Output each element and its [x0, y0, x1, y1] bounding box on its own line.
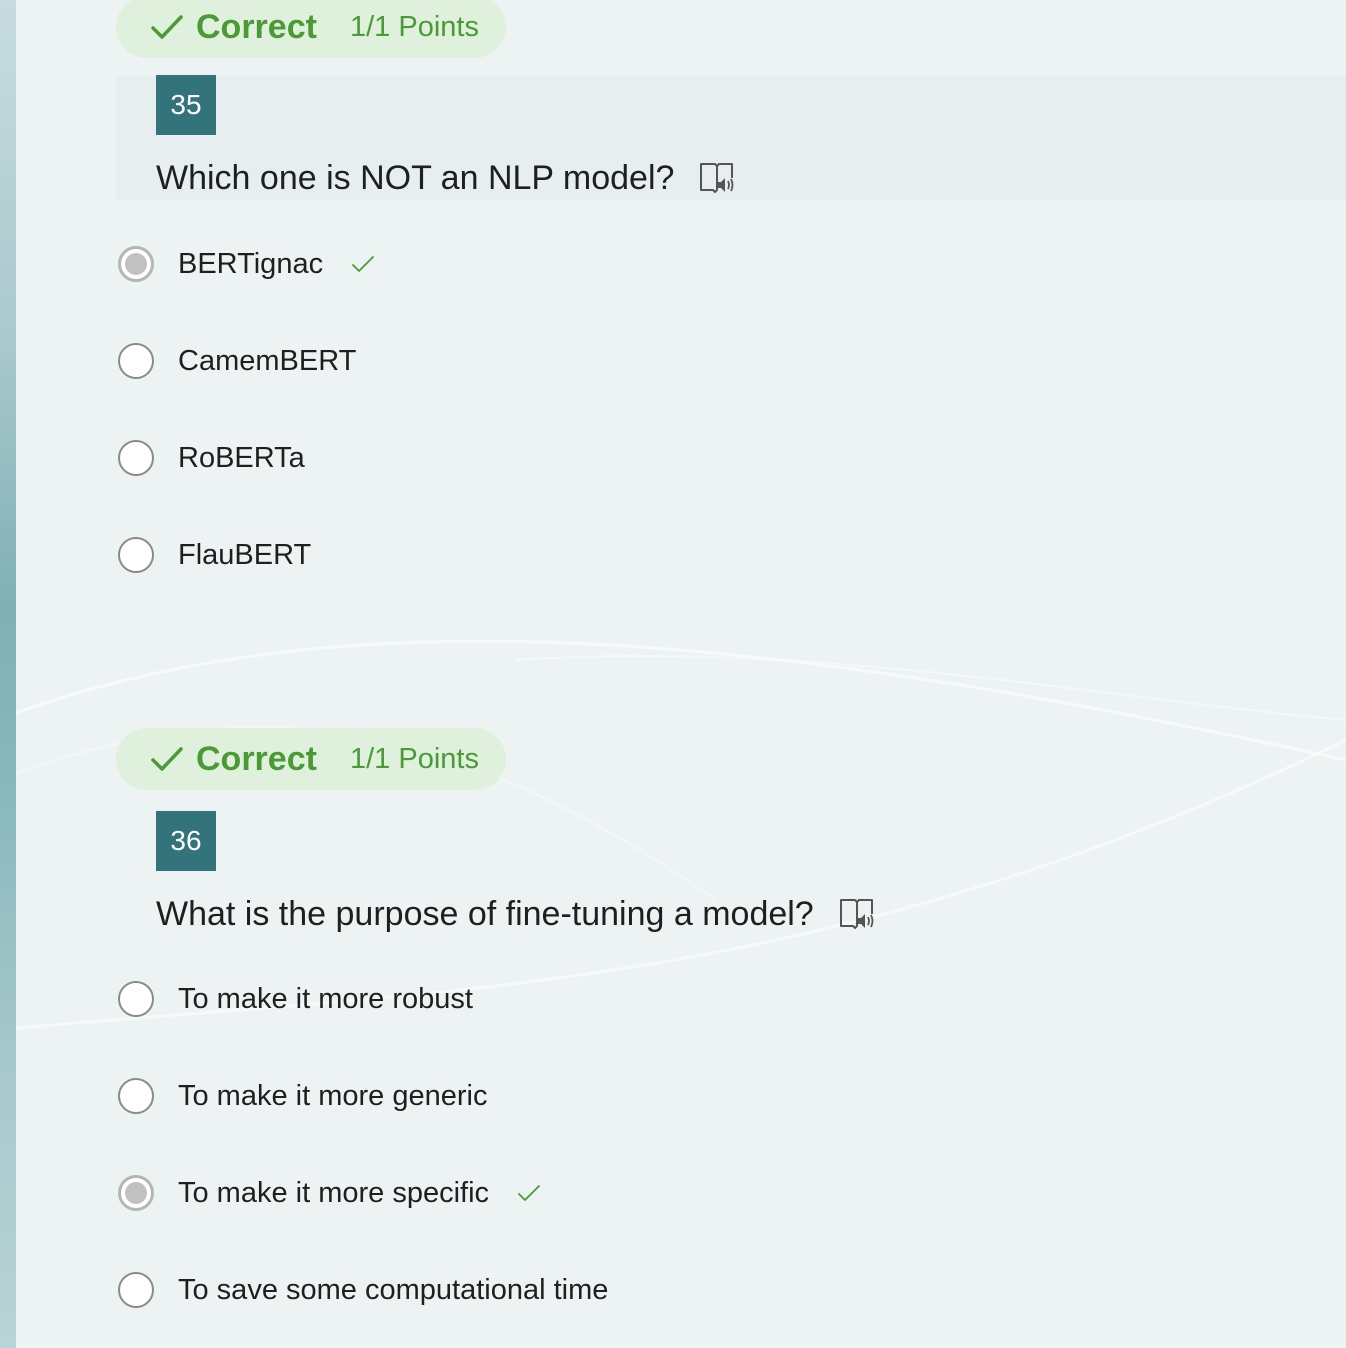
- immersive-reader-icon[interactable]: [838, 896, 876, 932]
- background-waves: [16, 639, 1346, 1030]
- radio-button[interactable]: [118, 440, 154, 476]
- answer-option[interactable]: RoBERTa: [118, 436, 305, 480]
- option-label: CamemBERT: [178, 344, 357, 377]
- option-label: To make it more generic: [178, 1079, 488, 1112]
- left-decorative-strip: [0, 0, 16, 1348]
- radio-button[interactable]: [118, 1272, 154, 1308]
- answer-option[interactable]: FlauBERT: [118, 533, 311, 577]
- check-icon: [151, 747, 183, 771]
- radio-button[interactable]: [118, 343, 154, 379]
- result-status: Correct: [196, 7, 317, 46]
- question-text: What is the purpose of fine-tuning a mod…: [156, 894, 814, 933]
- option-label: To make it more robust: [178, 982, 473, 1015]
- option-label: To make it more specific: [178, 1176, 490, 1209]
- radio-button[interactable]: [118, 981, 154, 1017]
- result-badge: Correct 1/1 Points: [116, 0, 506, 58]
- immersive-reader-icon[interactable]: [698, 160, 736, 196]
- question-text-row: What is the purpose of fine-tuning a mod…: [156, 892, 876, 936]
- radio-button[interactable]: [118, 537, 154, 573]
- option-label: To save some computational time: [178, 1273, 609, 1306]
- check-icon: [151, 15, 183, 39]
- question-text-row: Which one is NOT an NLP model?: [156, 156, 736, 200]
- answer-option[interactable]: To make it more robust: [118, 977, 473, 1021]
- radio-button-selected[interactable]: [118, 1175, 154, 1211]
- answer-option[interactable]: CamemBERT: [118, 339, 356, 383]
- question-text: Which one is NOT an NLP model?: [156, 158, 675, 197]
- answer-option[interactable]: To save some computational time: [118, 1268, 608, 1312]
- answer-option[interactable]: BERTignac: [118, 242, 375, 286]
- question-number: 35: [156, 75, 216, 135]
- result-status: Correct: [196, 739, 317, 778]
- radio-button-selected[interactable]: [118, 246, 154, 282]
- correct-answer-check-icon: [518, 1185, 540, 1201]
- result-badge: Correct 1/1 Points: [116, 728, 506, 790]
- option-label: RoBERTa: [178, 441, 305, 474]
- result-points: 1/1 Points: [350, 10, 479, 43]
- option-label: BERTignac: [178, 247, 324, 280]
- option-label: FlauBERT: [178, 538, 312, 571]
- answer-option[interactable]: To make it more specific: [118, 1171, 541, 1215]
- answer-option[interactable]: To make it more generic: [118, 1074, 487, 1118]
- radio-button[interactable]: [118, 1078, 154, 1114]
- question-number: 36: [156, 811, 216, 871]
- result-points: 1/1 Points: [350, 742, 479, 775]
- correct-answer-check-icon: [352, 256, 374, 272]
